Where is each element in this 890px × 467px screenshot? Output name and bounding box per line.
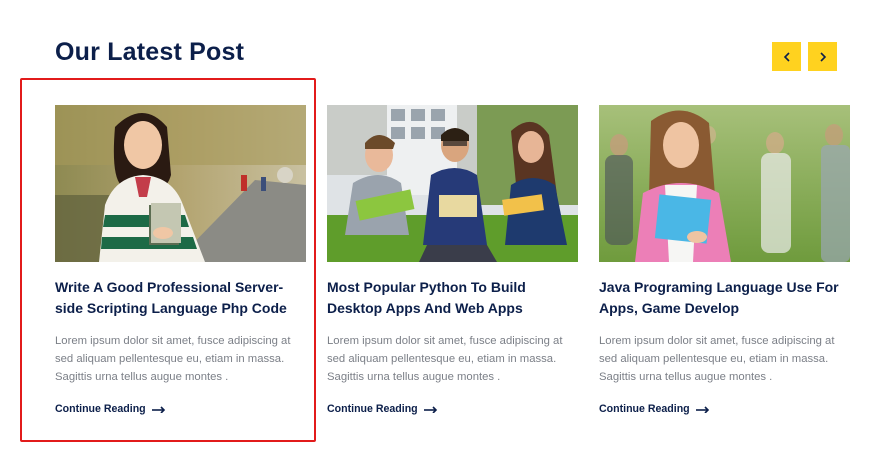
chevron-left-icon [783,51,790,62]
continue-reading-link[interactable]: Continue Reading [599,403,710,415]
post-card: Java Programing Language Use For Apps, G… [599,105,850,415]
student-girl-photo [55,105,306,262]
post-excerpt: Lorem ipsum dolor sit amet, fusce adipis… [599,335,835,383]
post-thumbnail[interactable] [327,105,578,262]
chevron-right-icon [819,51,826,62]
section-title: Our Latest Post [55,38,245,66]
continue-reading-label: Continue Reading [55,403,146,415]
carousel-next-button[interactable] [808,42,837,71]
post-thumbnail[interactable] [55,105,306,262]
post-card: Most Popular Python To Build Desktop App… [327,105,578,415]
latest-posts-section: Our Latest Post Write A Good Professiona… [0,0,890,467]
continue-reading-link[interactable]: Continue Reading [55,403,166,415]
post-title[interactable]: Write A Good Professional Server-side Sc… [55,277,306,319]
arrow-right-icon [695,406,709,413]
post-thumbnail[interactable] [599,105,850,262]
continue-reading-label: Continue Reading [599,403,690,415]
smiling-student-photo [599,105,850,262]
arrow-right-icon [423,406,437,413]
post-card: Write A Good Professional Server-side Sc… [55,105,306,415]
continue-reading-label: Continue Reading [327,403,418,415]
post-title[interactable]: Most Popular Python To Build Desktop App… [327,277,578,319]
post-title[interactable]: Java Programing Language Use For Apps, G… [599,277,850,319]
post-excerpt: Lorem ipsum dolor sit amet, fusce adipis… [55,335,291,383]
post-excerpt: Lorem ipsum dolor sit amet, fusce adipis… [327,335,563,383]
carousel-prev-button[interactable] [772,42,801,71]
continue-reading-link[interactable]: Continue Reading [327,403,438,415]
arrow-right-icon [151,406,165,413]
students-on-grass-photo [327,105,578,262]
